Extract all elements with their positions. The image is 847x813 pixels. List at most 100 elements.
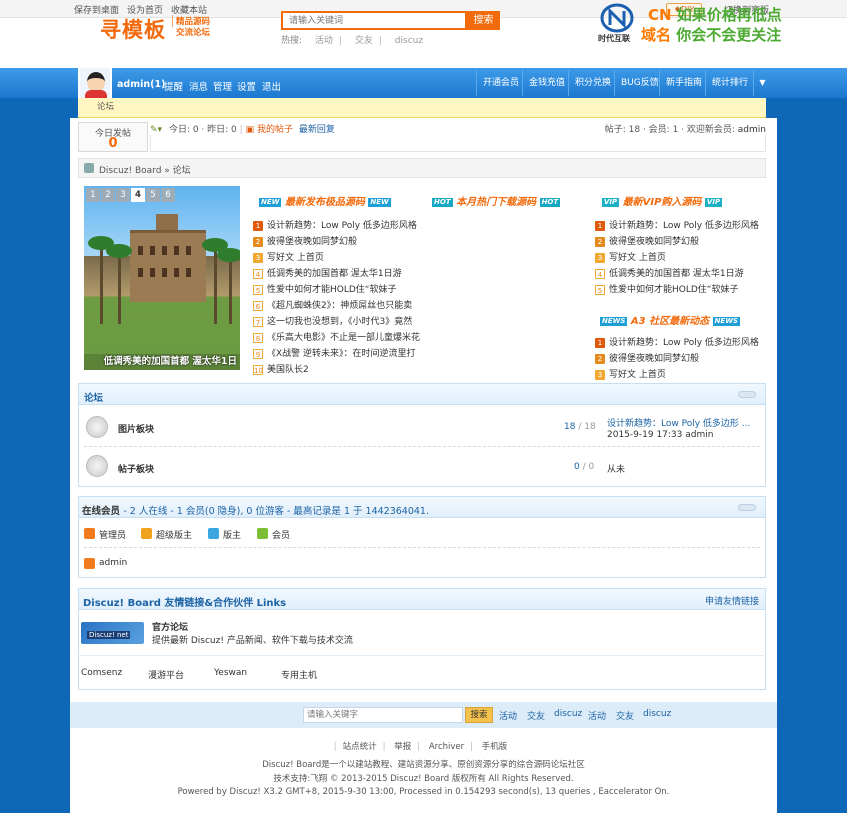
nav-open-vip[interactable]: 开通会员 xyxy=(476,70,525,96)
list-item[interactable]: 1 设计新趋势：Low Poly 低多边形风格 xyxy=(253,218,425,231)
list-item[interactable]: 4 低调秀美的加国首都 渥太华1日游 xyxy=(595,266,760,279)
list-item[interactable]: 4 低调秀美的加国首都 渥太华1日游 xyxy=(253,266,425,279)
nav-remind[interactable]: 提醒 xyxy=(164,79,183,93)
breadcrumb[interactable]: Discuz! Board » 论坛 xyxy=(78,158,766,178)
footer-archiver-link[interactable]: Archiver xyxy=(429,742,464,752)
official-forum-desc: 提供最新 Discuz! 产品新闻、软件下载与技术交流 xyxy=(152,636,353,646)
list-item[interactable]: 2 彼得堡夜晚如同梦幻般 xyxy=(595,234,760,247)
list-item[interactable]: 5 性爱中如何才能HOLD住“软妹子 xyxy=(595,282,760,295)
text-link-yeswan[interactable]: Yeswan xyxy=(214,668,247,678)
admin-role-icon xyxy=(84,528,95,539)
col4-title: NEWS A3 社区最新动态 NEWS xyxy=(600,316,740,327)
search-button[interactable]: 搜索 xyxy=(467,11,500,30)
stats-line: ✎▾ 今日: 0 · 昨日: 0 | ▣ 我的帖子 最新回复 帖子: 18 · … xyxy=(150,125,766,135)
footer-report-link[interactable]: 举报 xyxy=(394,742,411,752)
latest-replies-link[interactable]: 最新回复 xyxy=(299,125,335,135)
footer-hot-word[interactable]: 交友 xyxy=(527,709,545,722)
search-input[interactable] xyxy=(281,11,467,30)
ad-line-2[interactable]: 域名 你会不会更关注 xyxy=(641,24,781,45)
list-item[interactable]: 1 设计新趋势：Low Poly 低多边形风格 xyxy=(595,218,760,231)
footer-mobile-link[interactable]: 手机版 xyxy=(482,742,508,752)
list-item[interactable]: 3 写好文 上首页 xyxy=(253,250,425,263)
text-link-manyou[interactable]: 漫游平台 xyxy=(148,668,184,681)
chevron-down-icon[interactable]: ▼ xyxy=(753,70,771,96)
footer-hot-word[interactable]: discuz xyxy=(554,709,582,719)
ad-line-1[interactable]: CN 如果价格再低点 xyxy=(648,4,782,25)
list-item[interactable]: 3 写好文 上首页 xyxy=(595,250,760,263)
hot-word-1[interactable]: 活动 xyxy=(315,36,333,46)
apply-link-button[interactable]: 申请友情链接 xyxy=(705,594,759,607)
collapse-icon[interactable] xyxy=(738,504,756,511)
footer-hot-word[interactable]: 活动 xyxy=(499,709,517,722)
today-posts-box: 今日发帖 0 xyxy=(78,122,148,152)
forum-box-header xyxy=(78,383,766,405)
forum-last-post-1[interactable]: 设计新趋势：Low Poly 低多边形 ... xyxy=(607,416,757,429)
mod-role-icon xyxy=(208,528,219,539)
slide-page-4[interactable]: 4 xyxy=(131,188,145,202)
nav-settings[interactable]: 设置 xyxy=(237,79,256,93)
online-box-title[interactable]: 在线会员 - 2 人在线 - 1 会员(0 隐身), 0 位游客 - 最高记录是… xyxy=(82,503,429,517)
list-item[interactable]: 5 性爱中如何才能HOLD住“软妹子 xyxy=(253,282,425,295)
list-item[interactable]: 2 彼得堡夜晚如同梦幻般 xyxy=(253,234,425,247)
hot-word-3[interactable]: discuz xyxy=(395,36,423,46)
brand-logo-icon[interactable] xyxy=(600,3,634,33)
site-logo[interactable]: 寻模板 xyxy=(100,14,166,44)
slideshow-image[interactable] xyxy=(84,186,240,370)
footer-stats-link[interactable]: 站点统计 xyxy=(343,742,377,752)
my-posts-link[interactable]: 我的帖子 xyxy=(257,125,293,135)
slide-page-2[interactable]: 2 xyxy=(101,188,115,202)
slide-page-3[interactable]: 3 xyxy=(116,188,130,202)
nav-logout[interactable]: 退出 xyxy=(262,79,281,93)
collapse-icon[interactable] xyxy=(738,391,756,398)
nav-manage[interactable]: 管理 xyxy=(213,79,232,93)
slide-page-5[interactable]: 5 xyxy=(146,188,160,202)
hot-search: 热搜: 活动 | 交友 | discuz xyxy=(281,36,424,46)
list-item[interactable]: 6 《超凡蜘蛛侠2》：神烦屌丝也只能卖 xyxy=(253,298,425,311)
nav-guide[interactable]: 新手指南 xyxy=(659,70,708,96)
online-box-body xyxy=(78,518,766,578)
divider xyxy=(84,547,760,548)
footer-hot-word[interactable]: discuz xyxy=(643,709,671,719)
new-member-link[interactable]: admin xyxy=(738,125,766,135)
official-forum-logo[interactable]: Discuz! net xyxy=(81,622,144,644)
forum-name-1[interactable]: 图片板块 xyxy=(118,422,154,435)
slide-page-1[interactable]: 1 xyxy=(86,188,100,202)
role-super-mod: 超级版主 xyxy=(156,531,193,541)
list-item[interactable]: 8 《乐高大电影》不止是一部儿童爆米花 xyxy=(253,330,425,343)
forum-last-time-1: 2015-9-19 17:33 admin xyxy=(607,430,714,440)
list-item[interactable]: 10 美国队长2 xyxy=(253,362,425,375)
forum-count-2: 0 / 0 xyxy=(574,462,595,472)
official-forum-name[interactable]: 官方论坛 xyxy=(152,620,188,633)
nav-recharge[interactable]: 金钱充值 xyxy=(522,70,571,96)
nav-points-exchange[interactable]: 积分兑换 xyxy=(568,70,617,96)
footer-search-input[interactable] xyxy=(303,707,463,723)
footer-search-button[interactable]: 搜索 xyxy=(465,707,493,723)
forum-box-title[interactable]: 论坛 xyxy=(84,390,103,404)
footer-hot-word[interactable]: 活动 xyxy=(588,709,606,722)
footer-copyright: 技术支持:飞翔 © 2013-2015 Discuz! Board 版权所有 A… xyxy=(273,774,574,784)
forum-name-2[interactable]: 帖子板块 xyxy=(118,462,154,475)
online-user[interactable]: admin xyxy=(99,558,127,568)
pencil-icon[interactable]: ✎▾ xyxy=(150,125,162,135)
list-item[interactable]: 2 彼得堡夜晚如同梦幻般 xyxy=(595,351,760,364)
list-item[interactable]: 7 这一切我也没想到，《小时代3》竟然 xyxy=(253,314,425,327)
notice-bar xyxy=(78,98,766,118)
hot-word-2[interactable]: 交友 xyxy=(355,36,373,46)
slide-page-6[interactable]: 6 xyxy=(161,188,175,202)
nav-ranking[interactable]: 统计排行 xyxy=(705,70,754,96)
footer-powered: Powered by Discuz! X3.2 GMT+8, 2015-9-30… xyxy=(177,787,670,797)
slide-caption[interactable]: 低调秀美的加国首都 渥太华1日 xyxy=(84,354,240,370)
nav-username[interactable]: admin(1) xyxy=(117,79,165,90)
forum-icon xyxy=(86,416,108,438)
forum-label[interactable]: 论坛 xyxy=(97,100,114,112)
avatar[interactable] xyxy=(78,66,112,100)
list-item[interactable]: 3 写好文 上首页 xyxy=(595,367,760,380)
list-item[interactable]: 1 设计新趋势：Low Poly 低多边形风格 xyxy=(595,335,760,348)
home-icon[interactable] xyxy=(84,163,94,173)
text-link-comsenz[interactable]: Comsenz xyxy=(81,668,122,678)
footer-hot-word[interactable]: 交友 xyxy=(616,709,634,722)
text-link-hosting[interactable]: 专用主机 xyxy=(281,668,317,681)
nav-bug-report[interactable]: BUG反馈 xyxy=(614,70,665,96)
nav-messages[interactable]: 消息 xyxy=(189,79,208,93)
list-item[interactable]: 9 《X战警 逆转未来》：在时间逆流里打 xyxy=(253,346,425,359)
